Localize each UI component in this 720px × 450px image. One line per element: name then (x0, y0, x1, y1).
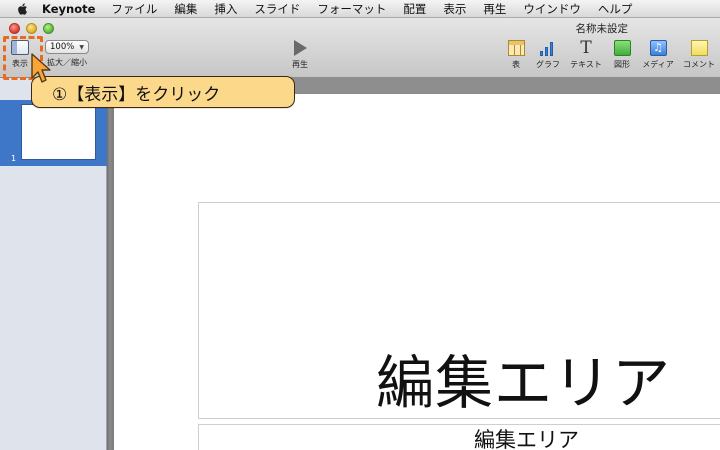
subtitle-text[interactable]: 編集エリア (474, 424, 579, 450)
table-label: 表 (512, 60, 520, 69)
app-menu-keynote[interactable]: Keynote (42, 2, 95, 16)
window-toolbar: 名称未設定 表示 100% ▼ 拡大／縮小 再生 表 グラフ T テキスト 図形… (0, 18, 720, 78)
slide-thumbnail[interactable] (21, 104, 96, 160)
play-button[interactable]: 再生 (288, 40, 312, 70)
cursor-pointer-icon (31, 53, 51, 83)
chart-icon (539, 40, 557, 56)
media-icon: ♫ (649, 40, 667, 56)
chevron-down-icon: ▼ (79, 43, 84, 51)
slide-number: 1 (11, 154, 17, 163)
menu-file[interactable]: ファイル (111, 1, 157, 17)
title-text[interactable]: 編集エリア (376, 336, 671, 420)
shape-icon (613, 40, 631, 56)
menu-edit[interactable]: 編集 (174, 1, 197, 17)
sidebar-splitter[interactable] (107, 78, 114, 450)
chart-label: グラフ (536, 60, 560, 69)
shape-label: 図形 (614, 60, 630, 69)
chart-button[interactable]: グラフ (528, 40, 568, 70)
menu-help[interactable]: ヘルプ (598, 1, 633, 17)
menu-play[interactable]: 再生 (483, 1, 506, 17)
slide-navigator: 1 (0, 78, 107, 450)
apple-icon[interactable] (16, 2, 30, 16)
comment-label: コメント (683, 60, 715, 69)
comment-button[interactable]: コメント (679, 40, 719, 70)
zoom-value: 100% (50, 42, 75, 52)
text-button[interactable]: T テキスト (566, 40, 606, 70)
menu-slide[interactable]: スライド (254, 1, 300, 17)
slide-thumbnail-row[interactable]: 1 (0, 100, 107, 166)
media-button[interactable]: ♫ メディア (638, 40, 678, 70)
text-icon: T (580, 38, 592, 58)
menu-format[interactable]: フォーマット (317, 1, 386, 17)
comment-icon (690, 40, 708, 56)
menu-view[interactable]: 表示 (443, 1, 466, 17)
play-icon (293, 40, 307, 56)
instruction-callout: ①【表示】をクリック (31, 76, 295, 108)
menu-window[interactable]: ウインドウ (523, 1, 581, 17)
subtitle-placeholder[interactable] (198, 424, 720, 450)
menu-bar: Keynote ファイル 編集 挿入 スライド フォーマット 配置 表示 再生 … (0, 0, 720, 18)
text-label: テキスト (570, 60, 602, 69)
menu-insert[interactable]: 挿入 (214, 1, 237, 17)
table-icon (507, 40, 525, 56)
play-label: 再生 (292, 60, 308, 69)
menu-arrange[interactable]: 配置 (403, 1, 426, 17)
media-label: メディア (642, 60, 674, 69)
shape-button[interactable]: 図形 (602, 40, 642, 70)
window-title: 名称未設定 (575, 23, 629, 35)
